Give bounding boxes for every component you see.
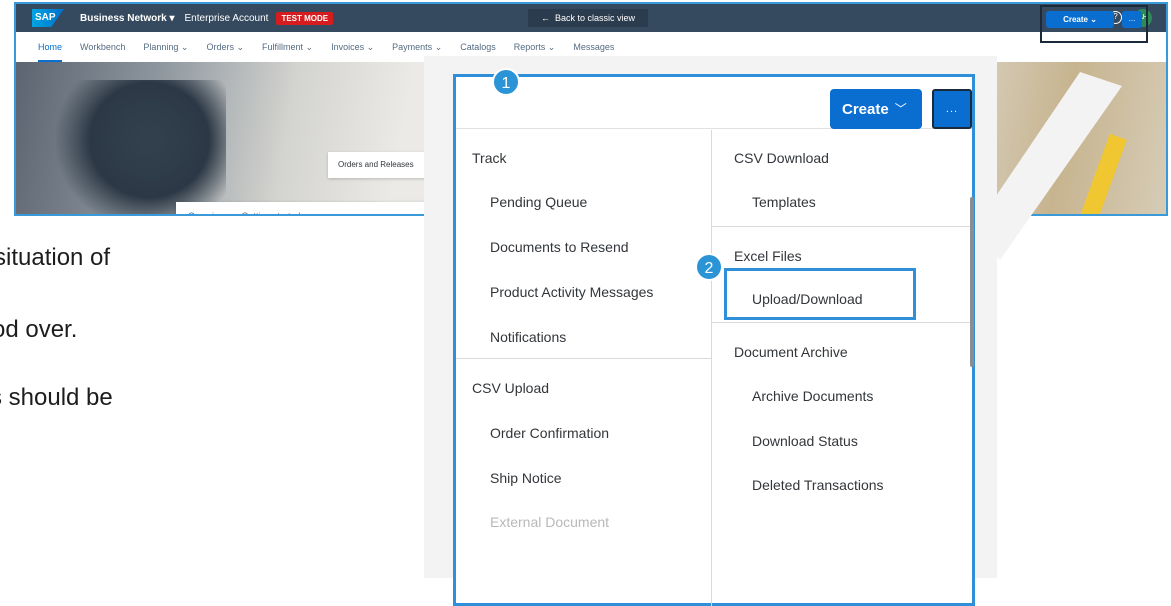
menu-divider bbox=[456, 358, 712, 359]
document-archive-heading: Document Archive bbox=[734, 344, 848, 360]
tab-overview[interactable]: Overview bbox=[188, 202, 226, 214]
more-menu-popover: Create ﹀ ... Track Pending Queue Document… bbox=[453, 74, 975, 606]
nav-item-label: Home bbox=[38, 42, 63, 52]
caret-down-icon: ▾ bbox=[169, 12, 175, 24]
menu-header: Create ﹀ ... bbox=[456, 77, 972, 129]
csv-upload-heading: CSV Upload bbox=[472, 380, 550, 396]
tab-getting-started[interactable]: Getting started bbox=[242, 202, 301, 214]
nav-item-workbench[interactable]: Workbench bbox=[80, 32, 125, 62]
instruction-line-2: od over. bbox=[0, 316, 78, 343]
menu-item-deleted-transactions[interactable]: Deleted Transactions bbox=[752, 477, 884, 493]
nav-item-label: Reports bbox=[513, 42, 546, 52]
nav-item-label: Workbench bbox=[80, 42, 126, 52]
back-to-classic-button[interactable]: ← Back to classic view bbox=[528, 9, 648, 27]
step-badge-1: 1 bbox=[492, 68, 520, 96]
menu-divider bbox=[712, 322, 972, 323]
menu-item-notifications[interactable]: Notifications bbox=[490, 329, 566, 345]
create-button[interactable]: Create ﹀ bbox=[830, 89, 922, 129]
hero-person-image bbox=[56, 80, 226, 214]
chevron-down-icon: ⌄ bbox=[233, 42, 245, 52]
csv-download-heading: CSV Download bbox=[734, 150, 829, 166]
step-badge-2: 2 bbox=[695, 253, 723, 281]
highlight-box bbox=[1040, 5, 1148, 43]
menu-item-download-status[interactable]: Download Status bbox=[752, 433, 858, 449]
shell-title[interactable]: Business Network ▾ bbox=[80, 13, 175, 24]
menu-item-pending-queue[interactable]: Pending Queue bbox=[490, 194, 587, 210]
sap-logo: SAP bbox=[32, 9, 64, 27]
menu-item-upload-download[interactable]: Upload/Download bbox=[752, 291, 863, 307]
chevron-down-icon: ⌄ bbox=[545, 42, 556, 52]
shell-bar: SAP Business Network ▾ Enterprise Accoun… bbox=[16, 4, 1166, 32]
nav-item-label: Planning bbox=[143, 42, 179, 52]
chevron-down-icon: ⌄ bbox=[178, 42, 189, 52]
instruction-line-3: s should be bbox=[0, 384, 113, 411]
menu-item-ship-notice[interactable]: Ship Notice bbox=[490, 470, 562, 486]
orders-releases-tile[interactable]: Orders and Releases bbox=[328, 152, 438, 178]
overview-tabs: Overview Getting started bbox=[176, 202, 436, 214]
nav-item-invoices[interactable]: Invoices ⌄ bbox=[331, 32, 374, 62]
nav-item-label: Messages bbox=[573, 42, 615, 52]
chevron-down-icon: ﹀ bbox=[894, 102, 907, 116]
menu-right-column: CSV Download Templates Excel Files Uploa… bbox=[712, 130, 972, 606]
chevron-down-icon: ⌄ bbox=[364, 42, 375, 52]
instruction-line-1: situation of bbox=[0, 244, 111, 271]
menu-item-archive-documents[interactable]: Archive Documents bbox=[752, 388, 873, 404]
menu-item-product-activity-messages[interactable]: Product Activity Messages bbox=[490, 284, 653, 300]
menu-item-external-document: External Document bbox=[490, 514, 610, 530]
chevron-down-icon: ⌄ bbox=[432, 42, 443, 52]
menu-item-order-confirmation[interactable]: Order Confirmation bbox=[490, 425, 609, 441]
nav-item-label: Invoices bbox=[331, 42, 365, 52]
zoom-panel: Create ﹀ ... Track Pending Queue Document… bbox=[424, 56, 997, 606]
menu-left-column: Track Pending Queue Documents to Resend … bbox=[456, 130, 712, 606]
excel-files-heading: Excel Files bbox=[734, 248, 802, 264]
nav-item-orders[interactable]: Orders ⌄ bbox=[206, 32, 244, 62]
nav-item-label: Catalogs bbox=[460, 42, 496, 52]
track-heading: Track bbox=[472, 150, 507, 166]
nav-item-home[interactable]: Home bbox=[38, 32, 63, 62]
arrow-left-icon: ← bbox=[540, 13, 550, 23]
account-name: Enterprise Account bbox=[184, 12, 269, 24]
hero-pencil-image bbox=[1055, 133, 1127, 214]
chevron-down-icon: ⌄ bbox=[303, 42, 314, 52]
test-mode-badge: TEST MODE bbox=[276, 11, 334, 25]
nav-item-label: Fulfillment bbox=[262, 42, 304, 52]
overview-card: Overview Getting started 0 bbox=[176, 202, 436, 214]
scrollbar[interactable] bbox=[970, 197, 974, 367]
nav-item-label: Orders bbox=[206, 42, 234, 52]
menu-divider bbox=[712, 226, 972, 227]
nav-item-label: Payments bbox=[392, 42, 433, 52]
nav-item-planning[interactable]: Planning ⌄ bbox=[143, 32, 188, 62]
more-button[interactable]: ... bbox=[932, 89, 972, 129]
menu-item-templates[interactable]: Templates bbox=[752, 194, 816, 210]
menu-item-documents-to-resend[interactable]: Documents to Resend bbox=[490, 239, 629, 255]
nav-item-fulfillment[interactable]: Fulfillment ⌄ bbox=[262, 32, 313, 62]
